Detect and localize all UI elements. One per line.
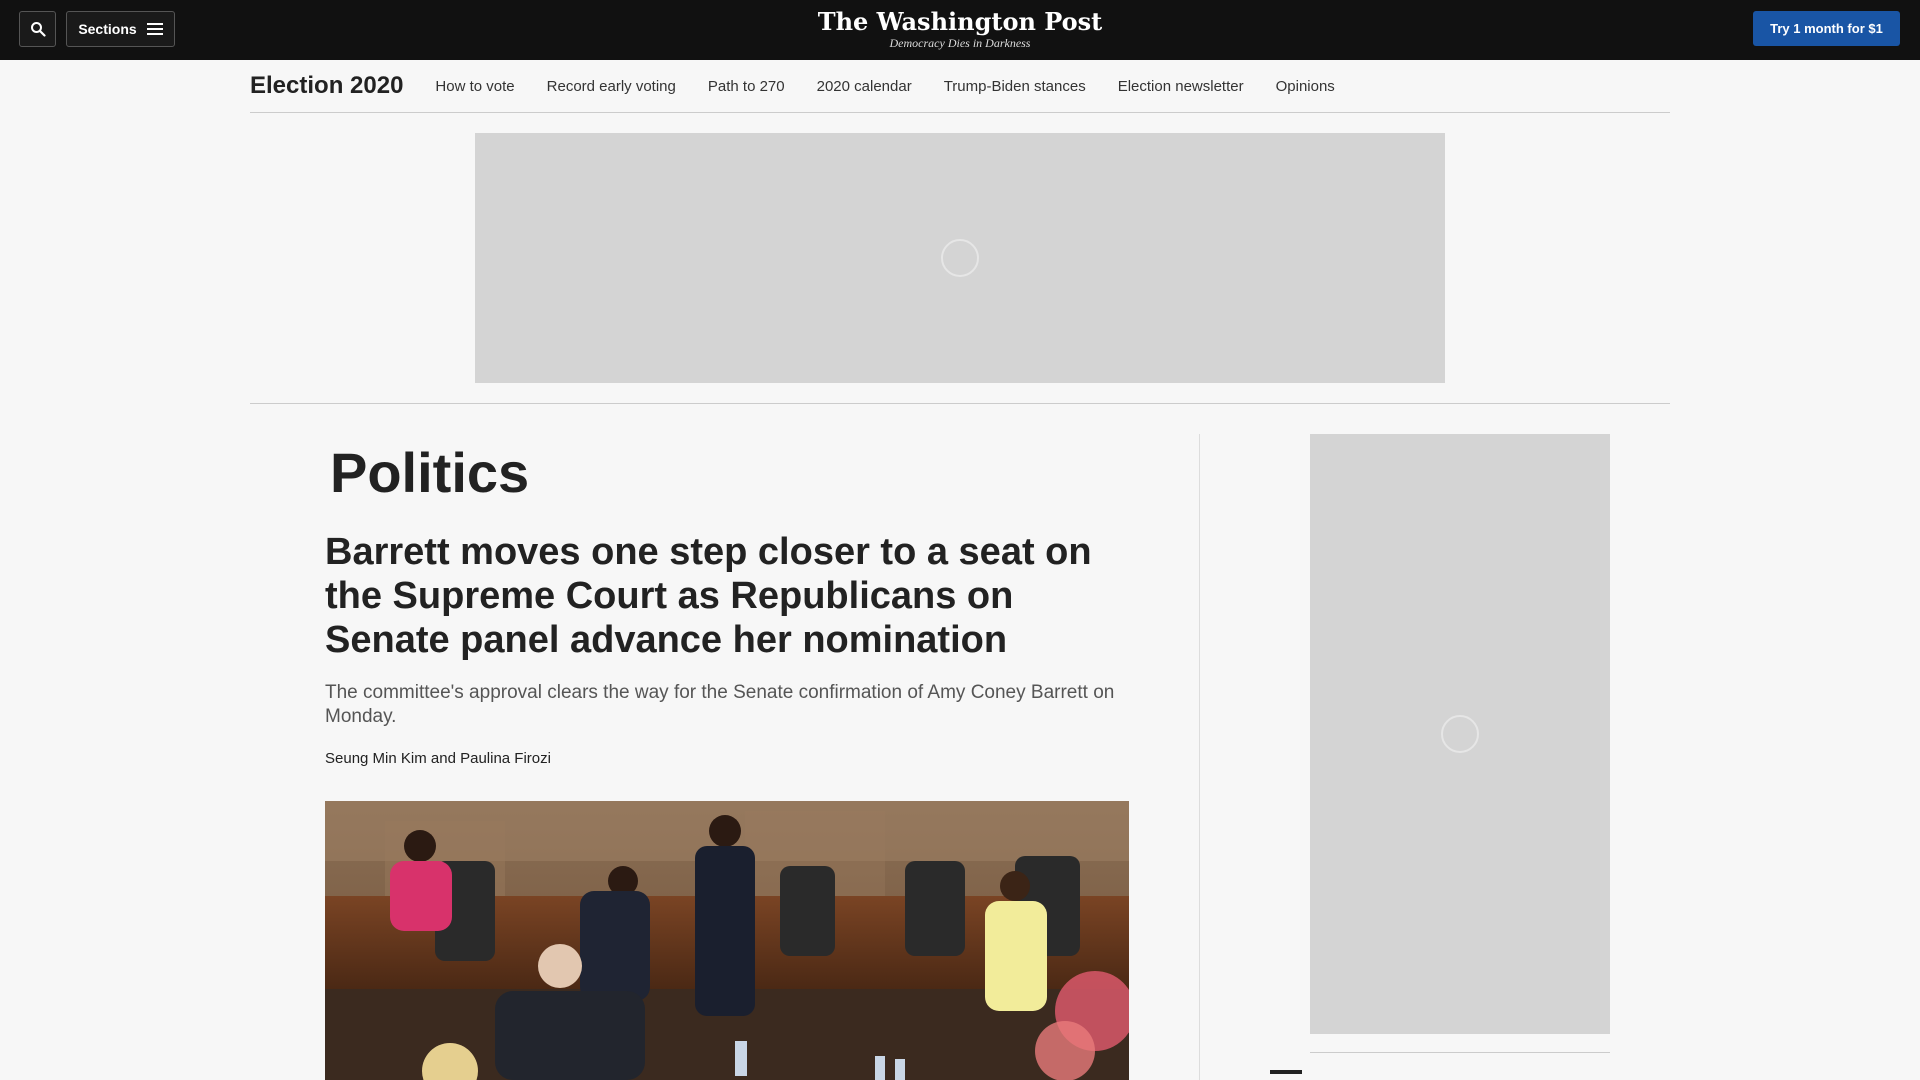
search-icon — [30, 22, 46, 37]
byline: Seung Min Kim and Paulina Firozi — [325, 750, 551, 767]
masthead-logo[interactable]: The Washington Post Democracy Dies in Da… — [760, 7, 1160, 51]
loading-spinner-icon — [1441, 715, 1479, 753]
top-navigation-bar: Sections The Washington Post Democracy D… — [0, 0, 1920, 60]
author-link[interactable]: Seung Min Kim — [325, 750, 427, 767]
election-title[interactable]: Election 2020 — [250, 72, 403, 100]
tagline: Democracy Dies in Darkness — [889, 36, 1031, 50]
nav-link-opinions[interactable]: Opinions — [1276, 78, 1335, 95]
author-link[interactable]: Paulina Firozi — [460, 750, 551, 767]
section-marker — [1270, 1070, 1302, 1074]
nav-link-how-to-vote[interactable]: How to vote — [435, 78, 514, 95]
loading-spinner-icon — [941, 239, 979, 277]
logo-text: The Washington Post — [817, 7, 1103, 36]
article-dek: The committee's approval clears the way … — [325, 682, 1115, 727]
lead-photo — [325, 801, 1129, 1080]
nav-link-trump-biden-stances[interactable]: Trump-Biden stances — [944, 78, 1086, 95]
subscribe-button[interactable]: Try 1 month for $1 — [1753, 11, 1900, 46]
author-joiner: and — [430, 750, 456, 767]
nav-link-2020-calendar[interactable]: 2020 calendar — [817, 78, 912, 95]
lead-photo-image — [325, 801, 1129, 1080]
election-subnav: Election 2020 How to vote Record early v… — [250, 60, 1670, 113]
ad-sidebar — [1310, 434, 1610, 1034]
nav-link-record-early-voting[interactable]: Record early voting — [547, 78, 676, 95]
nav-link-path-to-270[interactable]: Path to 270 — [708, 78, 785, 95]
section-label[interactable]: Politics — [330, 440, 529, 506]
column-divider — [1199, 434, 1200, 1080]
hamburger-menu-icon — [146, 23, 163, 35]
sections-menu-button[interactable]: Sections — [66, 11, 175, 47]
sidebar-divider — [1310, 1052, 1610, 1053]
search-button[interactable] — [19, 11, 56, 47]
ad-banner-top — [475, 133, 1445, 383]
section-divider — [250, 403, 1670, 404]
nav-link-election-newsletter[interactable]: Election newsletter — [1118, 78, 1244, 95]
article-headline: Barrett moves one step closer to a seat … — [325, 531, 1092, 661]
sections-label: Sections — [78, 21, 137, 37]
